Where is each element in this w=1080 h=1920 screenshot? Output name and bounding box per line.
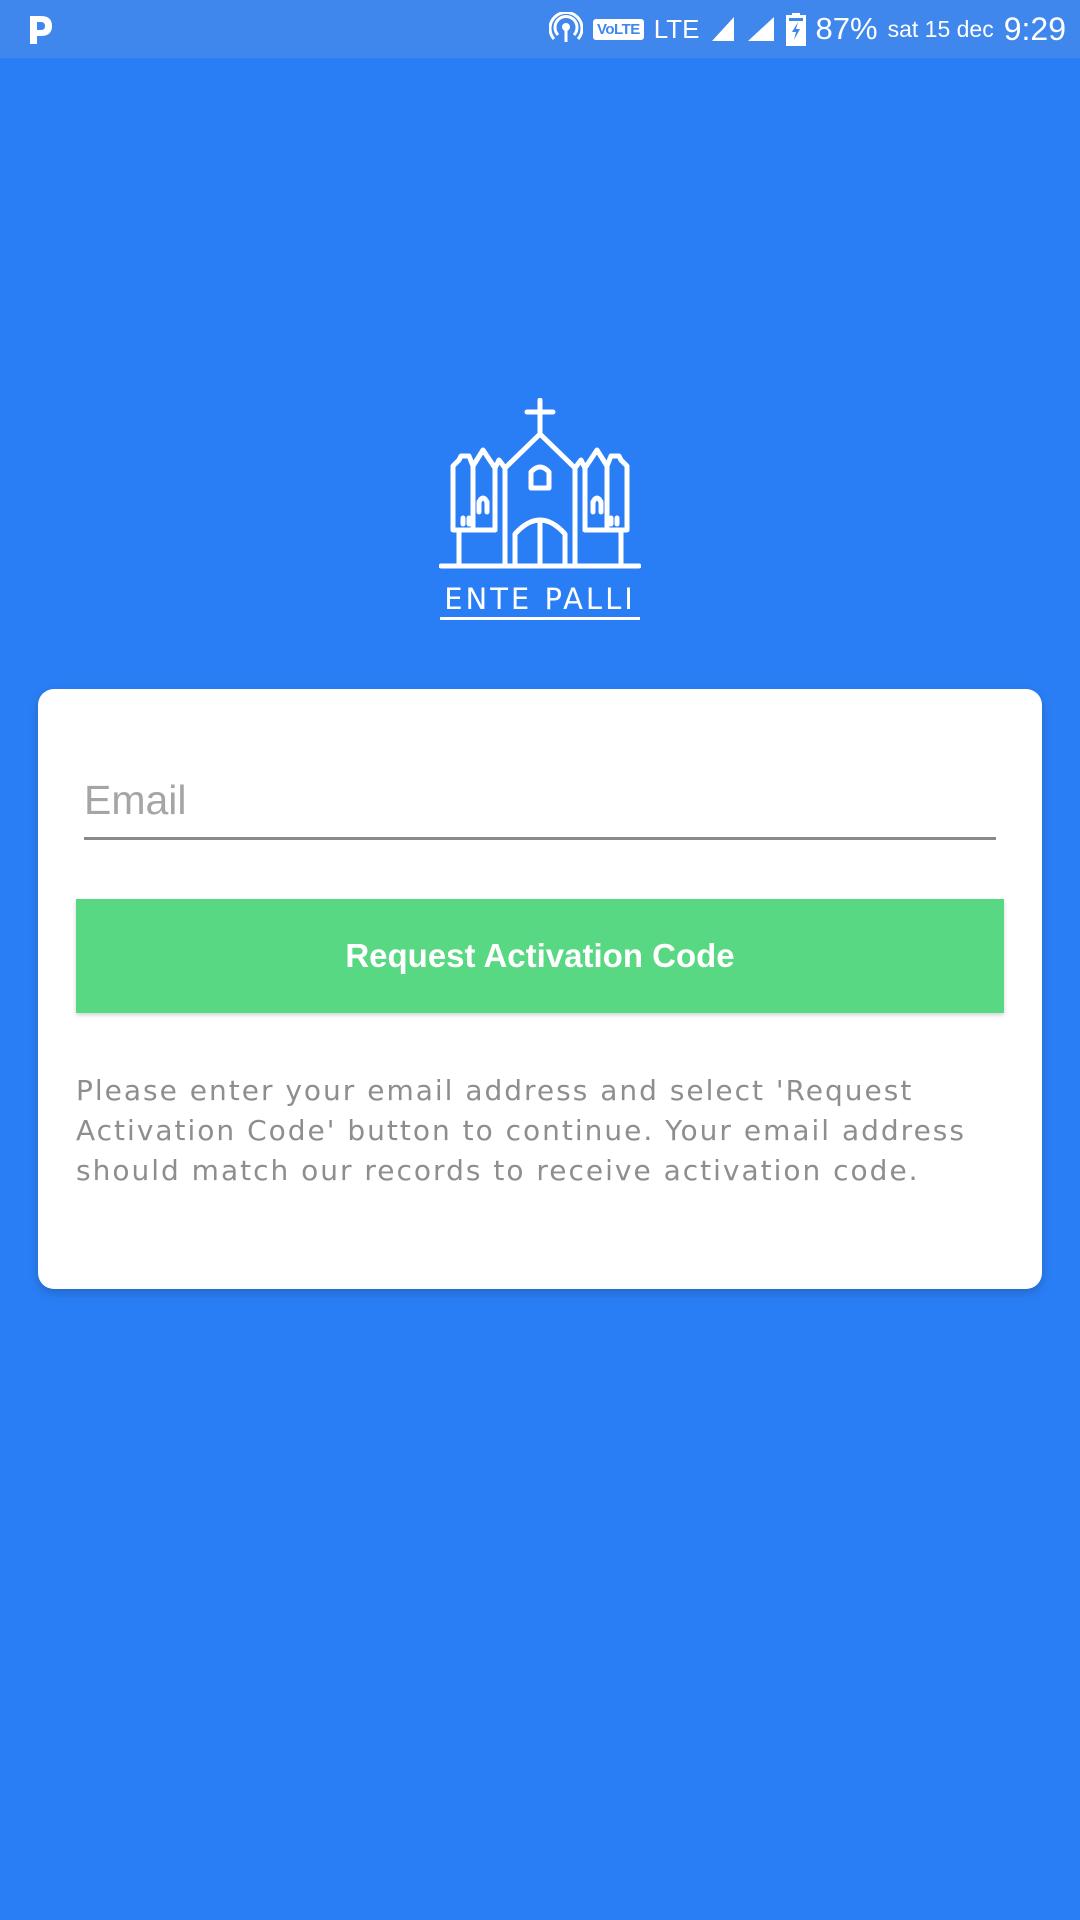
network-type-label: LTE: [653, 13, 700, 44]
email-field[interactable]: [84, 769, 996, 840]
logo-underline: [440, 617, 640, 620]
activation-card: Request Activation Code Please enter you…: [38, 689, 1042, 1289]
help-text: Please enter your email address and sele…: [76, 1074, 966, 1187]
logo-text: ENTE PALLI: [444, 582, 636, 616]
volte-icon: VoLTE: [592, 18, 644, 40]
request-activation-code-button[interactable]: Request Activation Code: [76, 899, 1004, 1013]
status-time: 9:29: [1003, 10, 1066, 47]
battery-charging-icon: [785, 12, 806, 46]
hotspot-icon: [548, 12, 583, 46]
status-icons: VoLTE LTE 87% sat 15 dec 9:29: [548, 0, 1066, 58]
status-date: sat 15 dec: [887, 15, 994, 42]
status-bar: VoLTE LTE 87% sat 15 dec 9:29: [0, 0, 1080, 58]
signal-icon-2: [746, 15, 776, 43]
p-icon: [26, 12, 56, 46]
battery-percentage: 87%: [815, 11, 878, 46]
signal-icon: [710, 15, 736, 43]
